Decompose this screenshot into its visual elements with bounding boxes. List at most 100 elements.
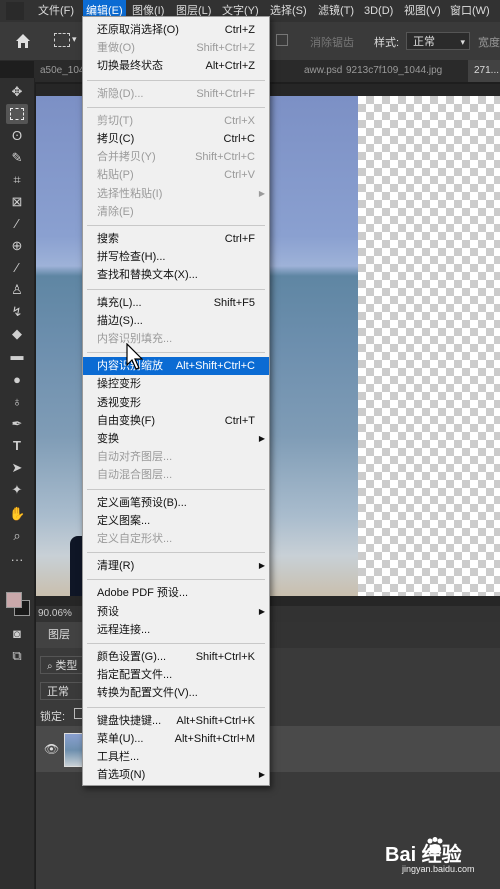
menu-item-label: 操控变形 [97, 378, 141, 391]
menu-item-shortcut: Ctrl+V [224, 169, 255, 182]
menu-item-label: 查找和替换文本(X)... [97, 269, 198, 282]
menu-item-label: 指定配置文件... [97, 669, 173, 682]
edit-menu-item[interactable]: 自由变换(F) Ctrl+T [83, 412, 269, 430]
menu-item-label: 菜单(U)... [97, 732, 144, 745]
doc-tab-label: aww.psd [304, 65, 343, 76]
zoom-tool-icon[interactable]: ⌕ [9, 528, 25, 544]
edit-menu-item[interactable]: 菜单(U)... Alt+Shift+Ctrl+M [83, 730, 269, 748]
edit-menu-item[interactable]: 切换最终状态 Alt+Ctrl+Z [83, 57, 269, 75]
menu-item-shortcut: Shift+Ctrl+F [196, 87, 255, 100]
edit-menu-item[interactable]: 首选项(N) ▶ [83, 766, 269, 784]
history-brush-tool-icon[interactable]: ↯ [9, 304, 25, 320]
lasso-tool-icon[interactable]: ʘ [9, 128, 25, 144]
doc-tab-current[interactable]: 271... [468, 60, 500, 82]
edit-menu-item[interactable]: 键盘快捷键... Alt+Shift+Ctrl+K [83, 712, 269, 730]
antialias-label: 消除锯齿 [310, 37, 354, 49]
menu-item-label: 远程连接... [97, 623, 151, 636]
move-tool-icon[interactable]: ✥ [9, 84, 25, 100]
eraser-tool-icon[interactable]: ◆ [9, 326, 25, 342]
edit-menu-item[interactable]: 定义图案... [83, 512, 269, 530]
blur-tool-icon[interactable]: ● [9, 372, 25, 388]
edit-menu-item[interactable]: 自动混合图层... [83, 466, 269, 484]
foreground-color-swatch[interactable] [6, 592, 22, 608]
rect-marquee-icon[interactable] [54, 33, 70, 47]
menu-item[interactable]: 选择(S) [270, 0, 307, 22]
menu-item[interactable]: 滤镜(T) [318, 0, 354, 22]
quick-mask-icon[interactable]: ◙ [9, 626, 25, 642]
edit-menu-item[interactable]: 工具栏... [83, 748, 269, 766]
edit-menu-item[interactable]: 粘贴(P) Ctrl+V [83, 166, 269, 184]
edit-menu-item[interactable]: 预设 ▶ [83, 603, 269, 621]
edit-menu-item[interactable]: 转换为配置文件(V)... [83, 684, 269, 702]
home-icon[interactable] [14, 32, 32, 50]
edit-menu: 还原取消选择(O) Ctrl+Z 重做(O) Shift+Ctrl+Z 切换最终状态 Al… [82, 16, 270, 786]
type-tool-icon[interactable]: T [9, 438, 25, 454]
antialias-checkbox[interactable] [276, 34, 288, 46]
edit-menu-item[interactable]: 选择性粘贴(I) ▶ [83, 185, 269, 203]
menu-item-label: 自由变换(F) [97, 414, 156, 427]
edit-menu-item[interactable]: 透视变形 [83, 394, 269, 412]
edit-menu-item[interactable]: 远程连接... [83, 621, 269, 639]
menu-item-label: 剪切(T) [97, 114, 134, 127]
visibility-eye-icon[interactable]: 👁 [44, 742, 59, 756]
menu-item-label: 定义自定形状... [97, 533, 173, 545]
edit-menu-item[interactable]: 还原取消选择(O) Ctrl+Z [83, 21, 269, 39]
edit-menu-item[interactable]: 清除(E) [83, 203, 269, 221]
tab-layers[interactable]: 图层 [36, 622, 82, 648]
menu-item[interactable]: 3D(D) [364, 0, 393, 22]
edit-menu-item[interactable]: 剪切(T) Ctrl+X [83, 112, 269, 130]
edit-menu-item[interactable]: 填充(L)... Shift+F5 [83, 294, 269, 312]
clone-stamp-tool-icon[interactable]: ♙ [9, 282, 25, 298]
brush-tool-icon[interactable]: ∕ [9, 260, 25, 276]
edit-menu-item[interactable]: 变换 ▶ [83, 430, 269, 448]
pen-tool-icon[interactable]: ✒ [9, 416, 25, 432]
edit-menu-item[interactable]: 查找和替换文本(X)... [83, 266, 269, 284]
edit-menu-item[interactable]: 操控变形 [83, 375, 269, 393]
edit-menu-item[interactable]: 重做(O) Shift+Ctrl+Z [83, 39, 269, 57]
dodge-tool-icon[interactable]: ♁ [9, 394, 25, 410]
shape-tool-icon[interactable]: ✦ [9, 482, 25, 498]
screen-mode-icon[interactable]: ⧉ [9, 648, 25, 664]
rect-marquee-tool-icon[interactable] [6, 104, 28, 124]
crop-tool-icon[interactable]: ⌗ [9, 172, 25, 188]
path-select-tool-icon[interactable]: ➤ [9, 460, 25, 476]
quick-select-tool-icon[interactable]: ✎ [9, 150, 25, 166]
edit-menu-item[interactable]: 内容识别缩放 Alt+Shift+Ctrl+C [83, 357, 269, 376]
edit-menu-item[interactable]: 颜色设置(G)... Shift+Ctrl+K [83, 648, 269, 666]
edit-menu-item[interactable]: 拼写检查(H)... [83, 248, 269, 266]
edit-menu-item[interactable]: 合并拷贝(Y) Shift+Ctrl+C [83, 148, 269, 166]
edit-menu-item[interactable]: 清理(R) ▶ [83, 557, 269, 575]
menu-item-label: 描边(S)... [97, 314, 143, 327]
edit-menu-item[interactable]: 拷贝(C) Ctrl+C [83, 130, 269, 148]
chevron-down-icon[interactable]: ▾ [72, 34, 77, 45]
edit-menu-item[interactable]: 搜索 Ctrl+F [83, 230, 269, 248]
mouse-cursor-icon [126, 343, 144, 370]
menu-item[interactable]: 文件(F) [38, 0, 74, 22]
doc-tab[interactable]: 9213c7f109_1044.jpg [340, 60, 476, 82]
menu-item-shortcut: Shift+Ctrl+C [195, 151, 255, 164]
hand-tool-icon[interactable]: ✋ [9, 506, 25, 522]
edit-menu-item[interactable]: 渐隐(D)... Shift+Ctrl+F [83, 85, 269, 103]
healing-brush-tool-icon[interactable]: ⊕ [9, 238, 25, 254]
gradient-tool-icon[interactable]: ▬ [9, 348, 25, 364]
eyedropper-tool-icon[interactable]: ⁄ [9, 216, 25, 232]
edit-menu-item[interactable]: Adobe PDF 预设... [83, 584, 269, 602]
edit-menu-item[interactable]: 描边(S)... [83, 312, 269, 330]
frame-tool-icon[interactable]: ⊠ [9, 194, 25, 210]
submenu-arrow-icon: ▶ [258, 188, 265, 198]
style-select[interactable]: 正常 ▾ [406, 32, 470, 50]
edit-menu-item[interactable]: 定义自定形状... [83, 530, 269, 548]
menu-item[interactable]: 窗口(W) [450, 0, 490, 22]
menu-item-label: 合并拷贝(Y) [97, 151, 156, 164]
style-select-value: 正常 [413, 36, 435, 48]
edit-menu-item[interactable]: 内容识别填充... [83, 330, 269, 348]
edit-menu-item[interactable]: 定义画笔预设(B)... [83, 494, 269, 512]
ps-logo-icon[interactable] [6, 2, 24, 20]
menu-item-label: 变换 [97, 433, 119, 445]
menu-item[interactable]: 视图(V) [404, 0, 441, 22]
more-tools-icon[interactable]: ··· [9, 552, 25, 568]
edit-menu-item[interactable]: 自动对齐图层... [83, 448, 269, 466]
submenu-arrow-icon: ▶ [258, 770, 265, 780]
edit-menu-item[interactable]: 指定配置文件... [83, 666, 269, 684]
menu-item-label: 选择性粘贴(I) [97, 187, 163, 200]
